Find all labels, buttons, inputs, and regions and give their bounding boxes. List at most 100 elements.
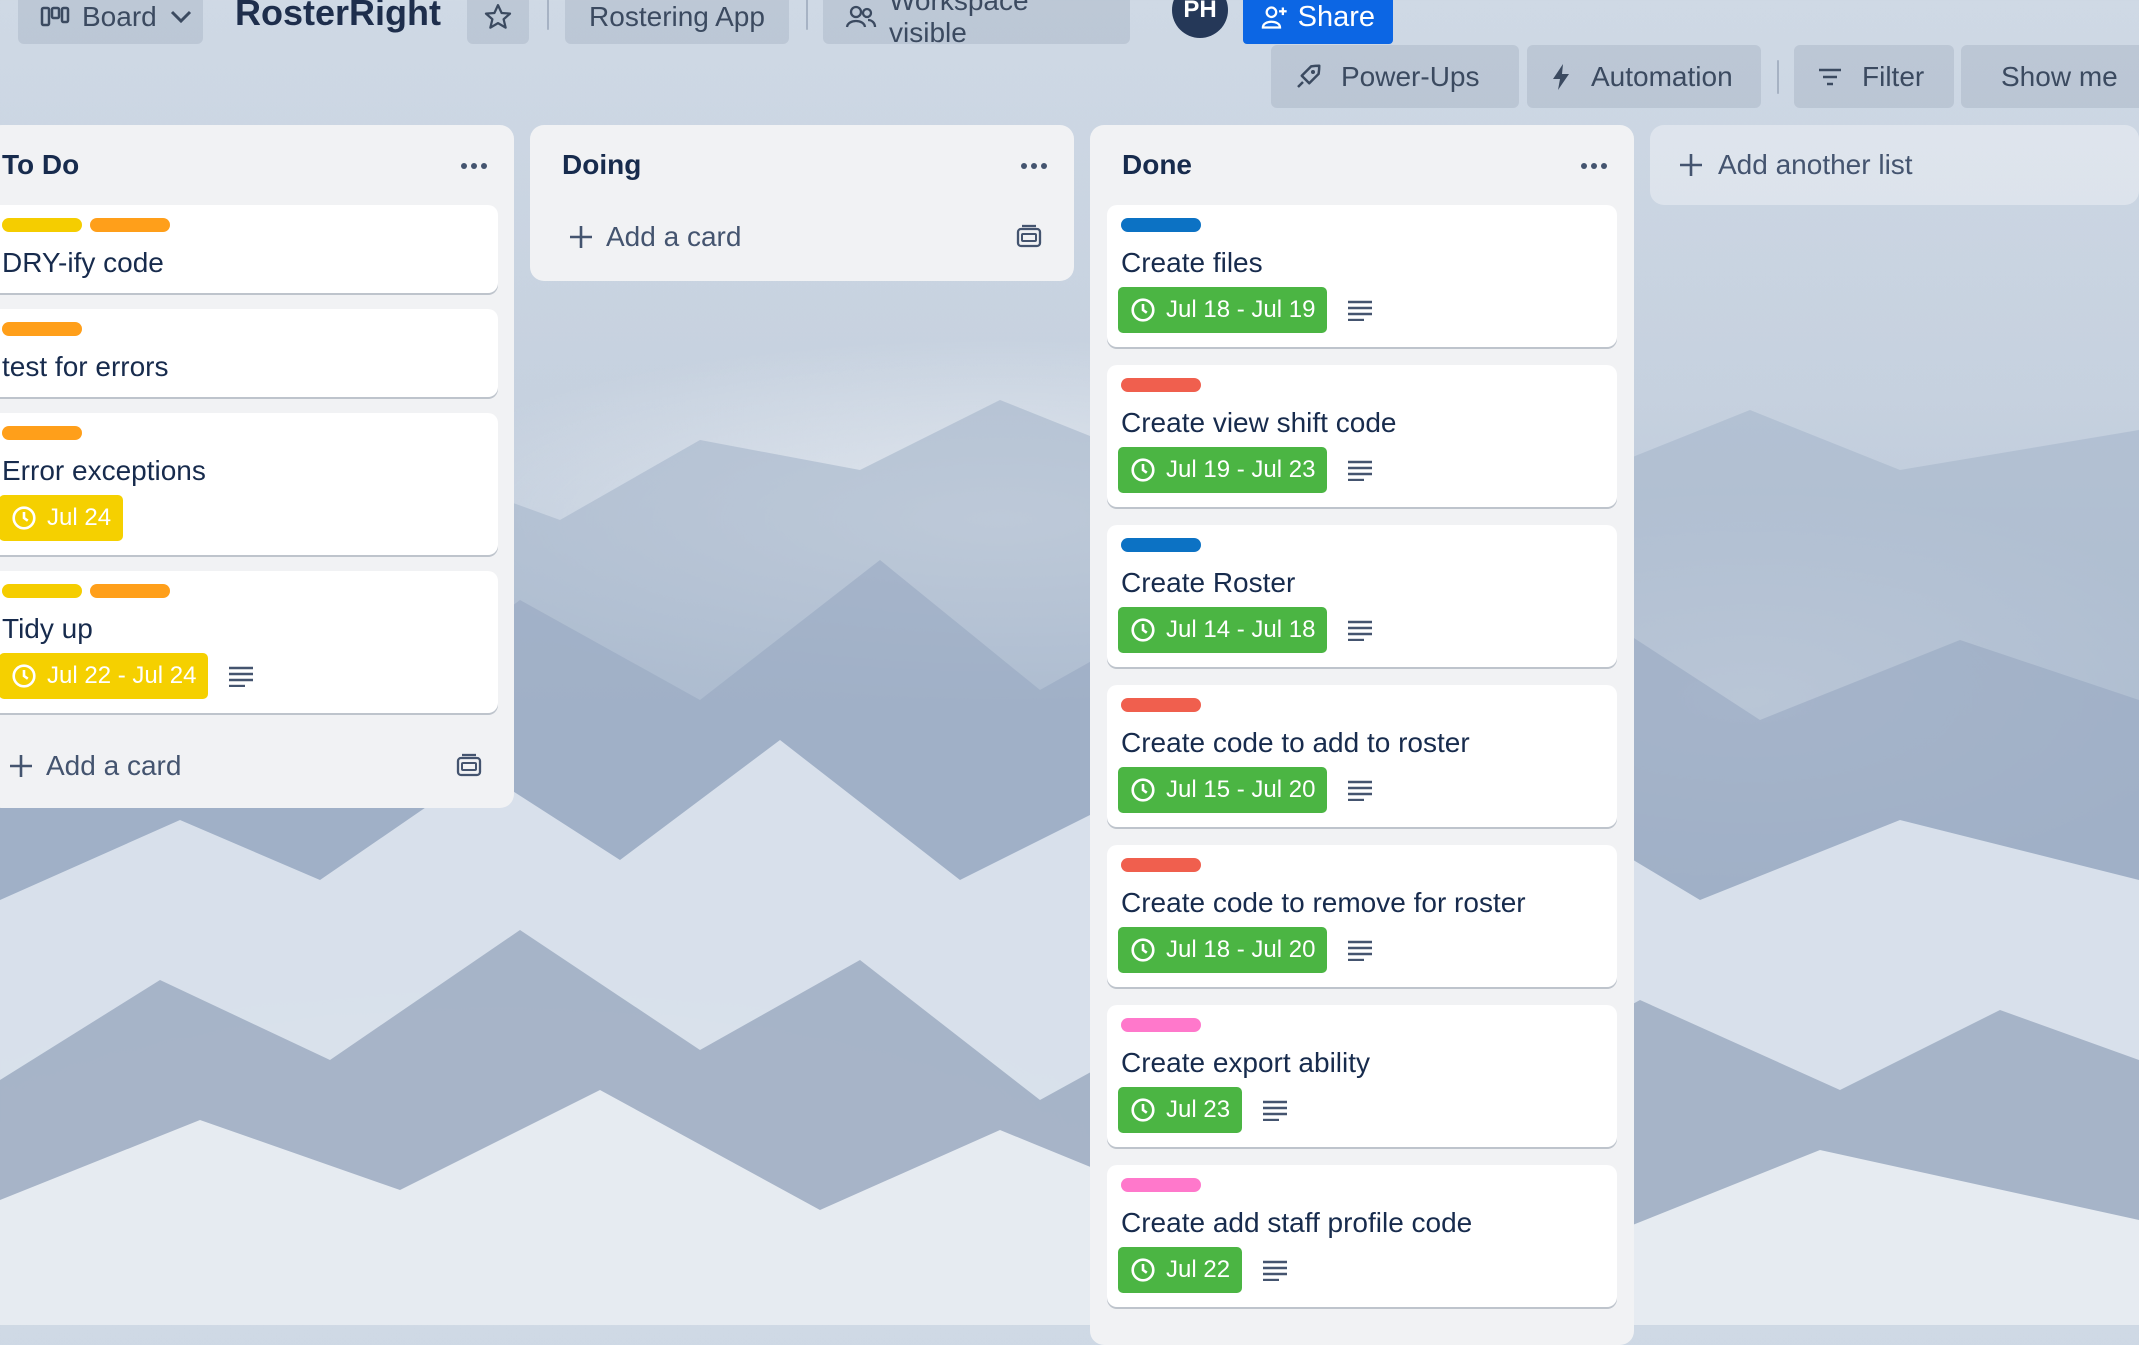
filter-button[interactable]: Filter — [1794, 45, 1954, 108]
description-icon — [1262, 1099, 1288, 1121]
card-labels — [1121, 858, 1201, 872]
due-date-text: Jul 14 - Jul 18 — [1166, 616, 1316, 643]
visibility-label: Workspace visible — [889, 0, 1029, 48]
plus-icon — [10, 755, 32, 777]
card-labels — [1121, 1018, 1201, 1032]
label-blue[interactable] — [1121, 218, 1201, 232]
card-template-button[interactable] — [454, 751, 484, 781]
card-badges: Jul 15 - Jul 20 — [1118, 767, 1373, 813]
power-ups-label: Power-Ups — [1341, 60, 1480, 92]
due-date-badge[interactable]: Jul 18 - Jul 20 — [1118, 927, 1328, 973]
show-menu-label: Show me — [2001, 60, 2118, 92]
more-icon — [1021, 163, 1047, 169]
label-blue[interactable] — [1121, 538, 1201, 552]
list-menu-button[interactable] — [1572, 151, 1616, 181]
clock-icon — [12, 506, 36, 530]
card[interactable]: Tidy up Jul 22 - Jul 24 — [0, 571, 498, 713]
card-title: Create view shift code — [1121, 407, 1397, 438]
list-to-do: To Do DRY-ify code test for errors Error… — [0, 125, 514, 808]
avatar-initials: PH — [1183, 0, 1217, 23]
people-icon — [845, 5, 877, 28]
card-title: Create export ability — [1121, 1047, 1371, 1078]
due-date-badge[interactable]: Jul 22 - Jul 24 — [0, 653, 209, 699]
list-title[interactable]: Done — [1090, 125, 1634, 205]
clock-icon — [1131, 778, 1155, 802]
card[interactable]: Create export ability Jul 23 — [1107, 1005, 1617, 1147]
filter-label: Filter — [1862, 60, 1925, 92]
card-badges: Jul 18 - Jul 20 — [1118, 927, 1373, 973]
card[interactable]: Create Roster Jul 14 - Jul 18 — [1107, 525, 1617, 667]
description-icon — [228, 665, 254, 687]
label-orange[interactable] — [2, 426, 82, 440]
card[interactable]: Error exceptions Jul 24 — [0, 413, 498, 555]
template-icon — [456, 753, 482, 777]
card[interactable]: Create code to add to roster Jul 15 - Ju… — [1107, 685, 1617, 827]
card[interactable]: Create files Jul 18 - Jul 19 — [1107, 205, 1617, 347]
card[interactable]: Create code to remove for roster Jul 18 … — [1107, 845, 1617, 987]
rocket-icon — [1297, 64, 1321, 88]
workspace-button[interactable]: Rostering App — [565, 0, 789, 44]
header-divider — [806, 0, 808, 30]
due-date-badge[interactable]: Jul 24 — [0, 495, 124, 541]
board-view-switcher[interactable]: Board — [18, 0, 203, 44]
add-card-label: Add a card — [46, 750, 182, 781]
card[interactable]: DRY-ify code — [0, 205, 498, 293]
card-badges: Jul 22 — [1118, 1247, 1288, 1293]
card-title: Create code to remove for roster — [1121, 887, 1526, 918]
description-icon — [1347, 619, 1373, 641]
board-icon — [40, 6, 70, 27]
label-yellow[interactable] — [2, 584, 82, 598]
card[interactable]: Create add staff profile code Jul 22 — [1107, 1165, 1617, 1307]
star-board-button[interactable] — [467, 0, 529, 44]
clock-icon — [1131, 618, 1155, 642]
add-list-button[interactable]: Add another list — [1650, 125, 2139, 205]
board-title[interactable]: RosterRight — [235, 0, 441, 40]
clock-icon — [1131, 458, 1155, 482]
automation-button[interactable]: Automation — [1527, 45, 1761, 108]
description-icon — [1262, 1259, 1288, 1281]
plus-icon — [570, 226, 592, 248]
share-button[interactable]: Share — [1243, 0, 1393, 44]
visibility-button[interactable]: Workspace visible — [823, 0, 1130, 48]
list-menu-button[interactable] — [1012, 151, 1056, 181]
label-red[interactable] — [1121, 858, 1201, 872]
board-view-label: Board — [82, 1, 157, 32]
label-orange[interactable] — [90, 584, 170, 598]
add-card-button[interactable]: Add a card — [8, 741, 408, 791]
due-date-badge[interactable]: Jul 15 - Jul 20 — [1118, 767, 1328, 813]
card-labels — [2, 426, 82, 440]
header-divider — [1777, 60, 1779, 94]
due-date-badge[interactable]: Jul 19 - Jul 23 — [1118, 447, 1328, 493]
due-date-badge[interactable]: Jul 23 — [1118, 1087, 1243, 1133]
due-date-badge[interactable]: Jul 18 - Jul 19 — [1118, 287, 1328, 333]
due-date-badge[interactable]: Jul 14 - Jul 18 — [1118, 607, 1328, 653]
label-orange[interactable] — [90, 218, 170, 232]
label-orange[interactable] — [2, 322, 82, 336]
card[interactable]: test for errors — [0, 309, 498, 397]
card[interactable]: Create view shift code Jul 19 - Jul 23 — [1107, 365, 1617, 507]
list-menu-button[interactable] — [452, 151, 496, 181]
label-red[interactable] — [1121, 378, 1201, 392]
due-date-text: Jul 22 — [1166, 1256, 1231, 1283]
list-title[interactable]: To Do — [0, 125, 514, 205]
card-labels — [2, 218, 170, 232]
card-template-button[interactable] — [1014, 222, 1044, 252]
power-ups-button[interactable]: Power-Ups — [1271, 45, 1519, 108]
label-pink[interactable] — [1121, 1178, 1201, 1192]
card-labels — [1121, 698, 1201, 712]
template-icon — [1016, 224, 1042, 248]
filter-icon — [1819, 68, 1841, 85]
show-menu-button[interactable]: Show me — [1961, 45, 2139, 108]
label-yellow[interactable] — [2, 218, 82, 232]
card-badges: Jul 19 - Jul 23 — [1118, 447, 1373, 493]
plus-icon — [1680, 154, 1702, 176]
card-badges: Jul 18 - Jul 19 — [1118, 287, 1373, 333]
add-card-button[interactable]: Add a card — [568, 212, 968, 262]
label-red[interactable] — [1121, 698, 1201, 712]
label-pink[interactable] — [1121, 1018, 1201, 1032]
workspace-name: Rostering App — [589, 1, 765, 32]
card-labels — [1121, 1178, 1201, 1192]
list-title[interactable]: Doing — [530, 125, 1074, 205]
chevron-down-icon — [170, 10, 191, 24]
due-date-badge[interactable]: Jul 22 — [1118, 1247, 1243, 1293]
